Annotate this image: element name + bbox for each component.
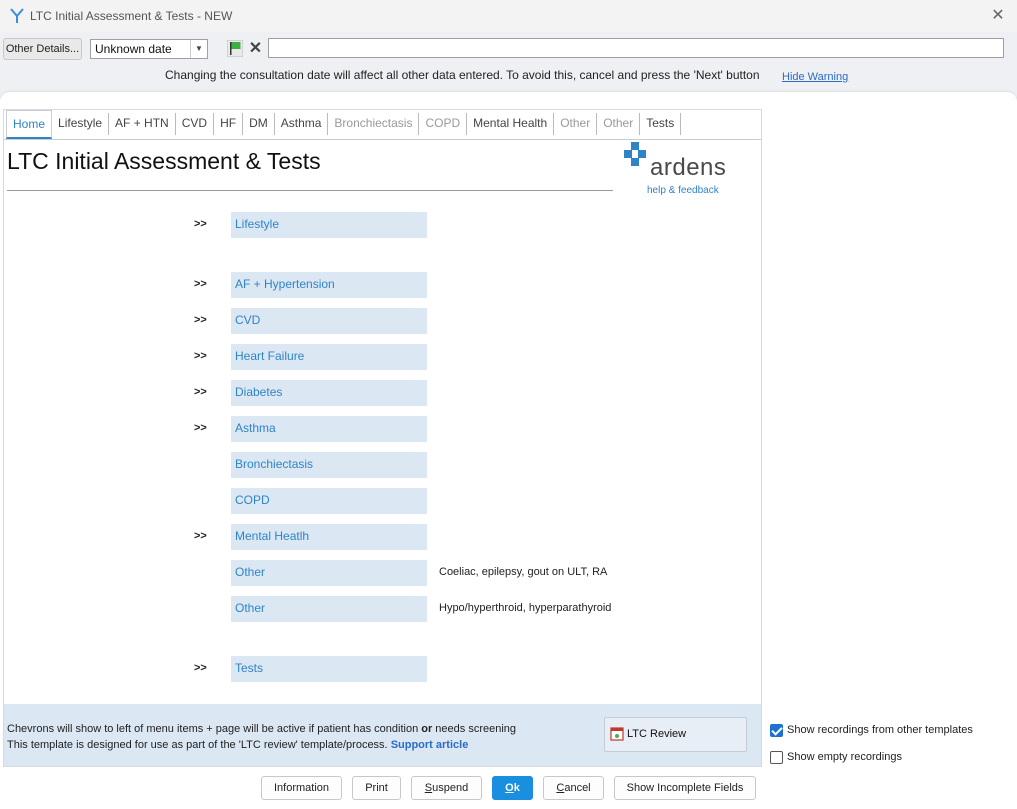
- cancel-button[interactable]: Cancel: [543, 776, 604, 800]
- menu-item-note: Coeliac, epilepsy, gout on ULT, RA: [439, 566, 608, 578]
- chevron-indicator: >>: [194, 386, 207, 398]
- menu-row: Other Coeliac, epilepsy, gout on ULT, RA: [4, 560, 761, 586]
- other-details-button[interactable]: Other Details...: [3, 38, 82, 60]
- menu-row: >> Tests: [4, 656, 761, 682]
- menu-row: COPD: [4, 488, 761, 514]
- tab-hf[interactable]: HF: [214, 113, 244, 135]
- tab-bar: Home Lifestyle AF + HTN CVD HF DM Asthma Bronch…: [4, 110, 761, 140]
- help-feedback-link[interactable]: help & feedback: [647, 185, 719, 196]
- menu-row: >> Asthma: [4, 416, 761, 442]
- menu-row: >> Lifestyle: [4, 212, 761, 238]
- chevron-down-icon[interactable]: ▼: [190, 40, 207, 58]
- menu-row: Other Hypo/hyperthroid, hyperparathyroid: [4, 596, 761, 622]
- menu-row: Bronchiectasis: [4, 452, 761, 478]
- chevron-indicator: >>: [194, 218, 207, 230]
- flag-icon[interactable]: [227, 40, 243, 57]
- toolbar: Other Details... Unknown date ▼ ✕ Changi…: [0, 32, 1017, 92]
- template-icon: [610, 727, 624, 741]
- menu-item-cvd[interactable]: CVD: [231, 308, 427, 334]
- tab-other[interactable]: Other: [597, 113, 641, 135]
- close-icon[interactable]: ✕: [987, 5, 1009, 27]
- date-warning-text: Changing the consultation date will affe…: [165, 68, 760, 82]
- menu-row: >> Diabetes: [4, 380, 761, 406]
- menu-item-lifestyle[interactable]: Lifestyle: [231, 212, 427, 238]
- ltc-review-button[interactable]: LTC Review: [604, 717, 747, 752]
- tab-af-htn[interactable]: AF + HTN: [109, 113, 176, 135]
- tab-copd[interactable]: COPD: [419, 113, 468, 135]
- footer-line-2: This template is designed for use as par…: [7, 739, 469, 751]
- menu-item-note: Hypo/hyperthroid, hyperparathyroid: [439, 602, 612, 614]
- consultation-text-input[interactable]: [268, 38, 1004, 58]
- hide-warning-link[interactable]: Hide Warning: [782, 71, 848, 83]
- chevron-indicator: >>: [194, 350, 207, 362]
- page-title: LTC Initial Assessment & Tests: [7, 148, 321, 174]
- menu-row: >> Mental Heatlh: [4, 524, 761, 550]
- ok-button[interactable]: Ok: [492, 776, 533, 800]
- ltc-review-label: LTC Review: [627, 728, 687, 740]
- support-article-link[interactable]: Support article: [391, 739, 469, 751]
- menu-item-heart-failure[interactable]: Heart Failure: [231, 344, 427, 370]
- info-footer: Chevrons will show to left of menu items…: [4, 704, 761, 766]
- show-incomplete-fields-button[interactable]: Show Incomplete Fields: [614, 776, 756, 800]
- tab-mental-health[interactable]: Mental Health: [467, 113, 555, 135]
- title-divider: [7, 190, 613, 191]
- suspend-button[interactable]: Suspend: [411, 776, 482, 800]
- menu-item-copd[interactable]: COPD: [231, 488, 427, 514]
- show-empty-label: Show empty recordings: [787, 751, 902, 763]
- menu-item-asthma[interactable]: Asthma: [231, 416, 427, 442]
- chevron-indicator: >>: [194, 314, 207, 326]
- clear-icon[interactable]: ✕: [247, 40, 264, 57]
- action-bar: Information Print Suspend Ok Cancel Show…: [0, 772, 1017, 809]
- tab-bronchiectasis[interactable]: Bronchiectasis: [328, 113, 420, 135]
- ardens-logo[interactable]: ardens help & feedback: [622, 142, 732, 198]
- app-logo-icon: [10, 8, 24, 23]
- menu-item-bronchiectasis[interactable]: Bronchiectasis: [231, 452, 427, 478]
- tab-cvd[interactable]: CVD: [176, 113, 215, 135]
- chevron-indicator: >>: [194, 278, 207, 290]
- menu-item-tests[interactable]: Tests: [231, 656, 427, 682]
- information-button[interactable]: Information: [261, 776, 342, 800]
- menu-item-other[interactable]: Other: [231, 596, 427, 622]
- menu-item-af-hypertension[interactable]: AF + Hypertension: [231, 272, 427, 298]
- menu-item-diabetes[interactable]: Diabetes: [231, 380, 427, 406]
- menu-row: >> Heart Failure: [4, 344, 761, 370]
- chevron-indicator: >>: [194, 530, 207, 542]
- logo-wordmark: ardens: [650, 154, 727, 181]
- tab-home[interactable]: Home: [6, 110, 53, 139]
- tab-tests[interactable]: Tests: [640, 113, 682, 135]
- menu-item-other[interactable]: Other: [231, 560, 427, 586]
- chevron-indicator: >>: [194, 422, 207, 434]
- footer-line-1: Chevrons will show to left of menu items…: [7, 723, 517, 735]
- tab-dm[interactable]: DM: [243, 113, 275, 135]
- show-empty-checkbox[interactable]: [770, 751, 783, 764]
- tab-other[interactable]: Other: [554, 113, 598, 135]
- print-button[interactable]: Print: [352, 776, 401, 800]
- title-bar: LTC Initial Assessment & Tests - NEW ✕: [0, 0, 1017, 32]
- chevron-indicator: >>: [194, 662, 207, 674]
- consultation-date-select[interactable]: Unknown date ▼: [90, 39, 208, 59]
- menu-item-mental-heatlh[interactable]: Mental Heatlh: [231, 524, 427, 550]
- show-other-templates-label: Show recordings from other templates: [787, 724, 973, 736]
- date-value: Unknown date: [95, 42, 172, 56]
- ardens-cross-icon: [624, 142, 646, 166]
- show-other-templates-checkbox[interactable]: [770, 724, 783, 737]
- menu-row: >> CVD: [4, 308, 761, 334]
- window-title: LTC Initial Assessment & Tests - NEW: [30, 9, 233, 23]
- template-panel: Home Lifestyle AF + HTN CVD HF DM Asthma Bronch…: [3, 109, 762, 767]
- tab-lifestyle[interactable]: Lifestyle: [52, 113, 110, 135]
- menu-row: >> AF + Hypertension: [4, 272, 761, 298]
- tab-asthma[interactable]: Asthma: [275, 113, 329, 135]
